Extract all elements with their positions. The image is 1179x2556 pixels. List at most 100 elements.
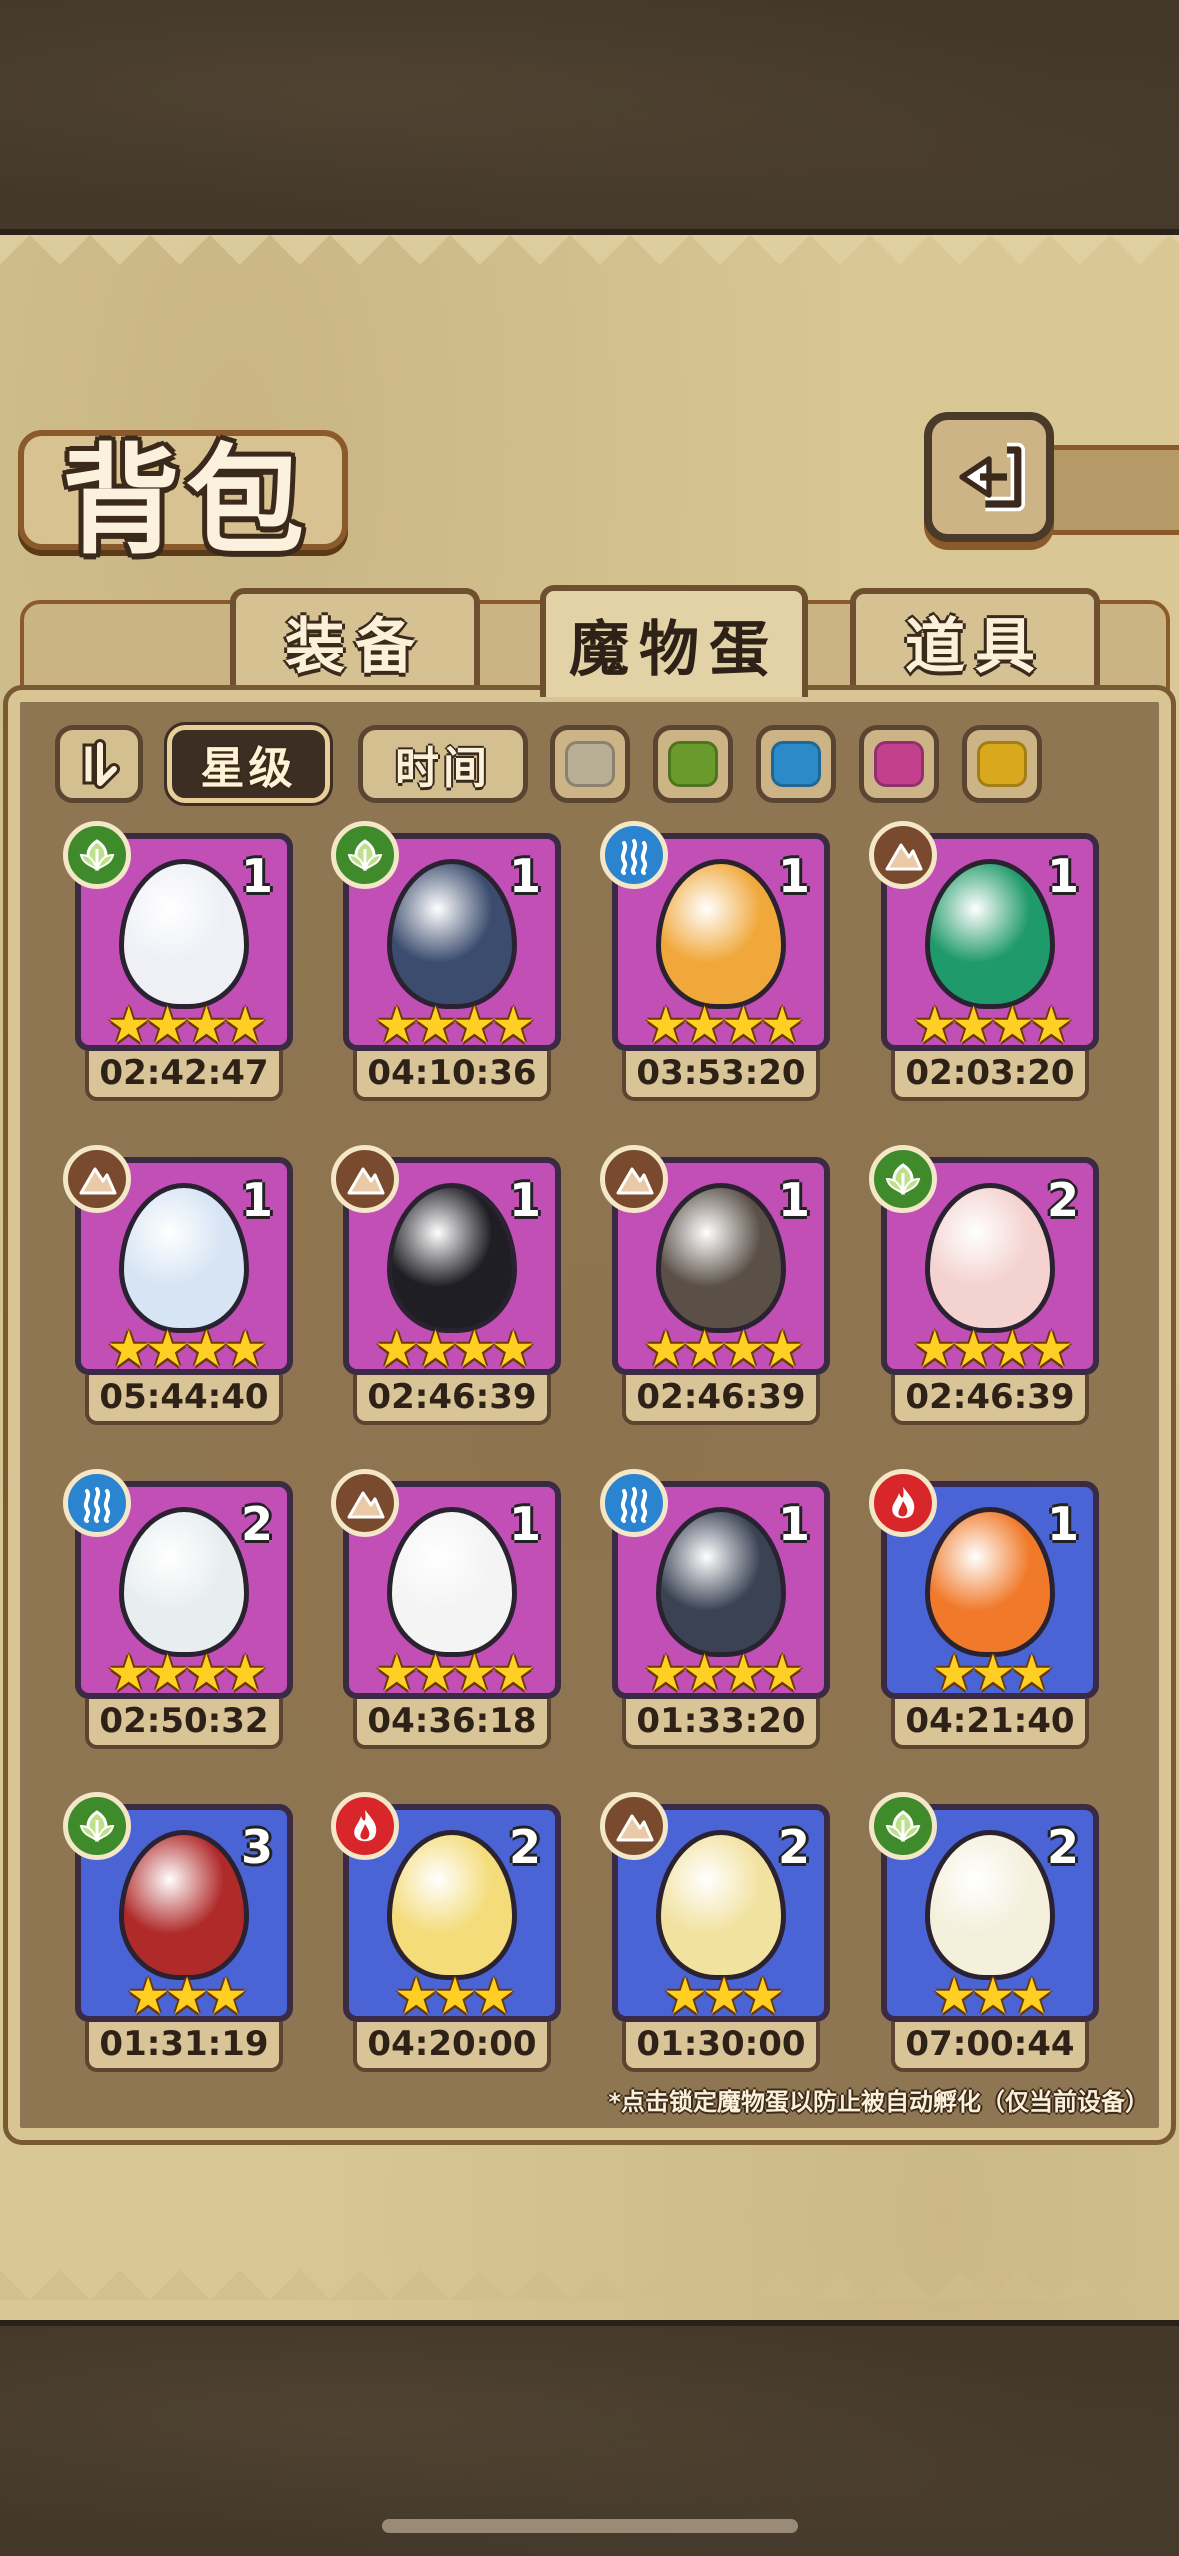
- page-title: 背包: [62, 431, 311, 570]
- egg-count: 1: [1046, 849, 1079, 903]
- sort-by-star-button[interactable]: 星级: [164, 722, 333, 806]
- filter-blue-button[interactable]: [756, 725, 836, 803]
- star-rating: ★★★★: [912, 996, 1073, 1051]
- mountain-icon: [63, 1145, 131, 1213]
- filter-gold-button[interactable]: [962, 725, 1042, 803]
- leaf-icon: [869, 1792, 937, 1860]
- star-rating: ★★★: [931, 1967, 1054, 2022]
- monster-egg-card[interactable]: 2 ★★★ 07:00:44: [869, 1792, 1099, 2074]
- hatch-timer: 04:10:36: [353, 1051, 551, 1101]
- hatch-timer: 04:36:18: [353, 1699, 551, 1749]
- hatch-timer: 02:46:39: [353, 1375, 551, 1425]
- egg-count: 2: [1046, 1173, 1079, 1227]
- hatch-timer: 02:03:20: [891, 1051, 1089, 1101]
- egg-count: 1: [508, 1173, 541, 1227]
- hatch-timer: 04:21:40: [891, 1699, 1089, 1749]
- filter-gray-button[interactable]: [550, 725, 630, 803]
- back-button[interactable]: [924, 412, 1054, 542]
- hatch-timer: 03:53:20: [622, 1051, 820, 1101]
- star-rating: ★★★★: [643, 996, 804, 1051]
- monster-egg-card[interactable]: 1 ★★★★ 02:42:47: [63, 821, 293, 1103]
- monster-egg-card[interactable]: 1 ★★★★ 03:53:20: [600, 821, 830, 1103]
- monster-egg-card[interactable]: 2 ★★★ 01:30:00: [600, 1792, 830, 2074]
- hatch-timer: 05:44:40: [85, 1375, 283, 1425]
- hatch-timer: 02:42:47: [85, 1051, 283, 1101]
- monster-egg-card[interactable]: 1 ★★★★ 04:36:18: [331, 1469, 561, 1751]
- parchment-torn-edge-top: [0, 235, 1179, 295]
- star-rating: ★★★★: [643, 1644, 804, 1699]
- tab-label: 道具: [905, 611, 1045, 682]
- star-rating: ★★★: [125, 1967, 248, 2022]
- home-indicator[interactable]: [382, 2519, 798, 2533]
- color-swatch: [771, 741, 821, 787]
- sort-by-time-button[interactable]: 时间: [358, 725, 528, 803]
- monster-egg-card[interactable]: 1 ★★★★ 02:46:39: [331, 1145, 561, 1427]
- leaf-icon: [331, 821, 399, 889]
- hatch-timer: 02:46:39: [622, 1375, 820, 1425]
- water-wave-icon: [600, 1469, 668, 1537]
- star-rating: ★★★★: [643, 1320, 804, 1375]
- tab-monster-eggs[interactable]: 魔物蛋: [540, 585, 808, 697]
- egg-count: 1: [1046, 1497, 1079, 1551]
- egg-count: 1: [777, 1497, 810, 1551]
- mountain-icon: [331, 1145, 399, 1213]
- mountain-icon: [331, 1469, 399, 1537]
- star-rating: ★★★★: [106, 1320, 267, 1375]
- monster-egg-card[interactable]: 1 ★★★★ 01:33:20: [600, 1469, 830, 1751]
- tab-equipment[interactable]: 装备: [230, 588, 480, 688]
- star-rating: ★★★★: [912, 1320, 1073, 1375]
- water-wave-icon: [600, 821, 668, 889]
- monster-egg-card[interactable]: 3 ★★★ 01:31:19: [63, 1792, 293, 2074]
- egg-count: 1: [508, 849, 541, 903]
- filter-green-button[interactable]: [653, 725, 733, 803]
- mountain-icon: [600, 1145, 668, 1213]
- star-rating: ★★★★: [374, 1320, 535, 1375]
- leaf-icon: [63, 1792, 131, 1860]
- egg-count: 2: [508, 1820, 541, 1874]
- monster-egg-card[interactable]: 2 ★★★★ 02:50:32: [63, 1469, 293, 1751]
- star-rating: ★★★★: [106, 996, 267, 1051]
- hatch-timer: 01:31:19: [85, 2022, 283, 2072]
- filter-purple-button[interactable]: [859, 725, 939, 803]
- sort-order-button[interactable]: [55, 725, 143, 803]
- water-wave-icon: [63, 1469, 131, 1537]
- hatch-timer: 02:46:39: [891, 1375, 1089, 1425]
- color-swatch: [668, 741, 718, 787]
- tab-label: 魔物蛋: [569, 614, 779, 685]
- monster-egg-card[interactable]: 1 ★★★★ 05:44:40: [63, 1145, 293, 1427]
- return-arrow-icon: [959, 442, 1025, 512]
- egg-count: 1: [240, 849, 273, 903]
- mountain-icon: [600, 1792, 668, 1860]
- hatch-timer: 04:20:00: [353, 2022, 551, 2072]
- tab-label: 装备: [285, 611, 425, 682]
- egg-count: 2: [777, 1820, 810, 1874]
- egg-count: 1: [240, 1173, 273, 1227]
- hatch-timer: 02:50:32: [85, 1699, 283, 1749]
- color-swatch: [977, 741, 1027, 787]
- flame-icon: [869, 1469, 937, 1537]
- monster-egg-card[interactable]: 1 ★★★★ 04:10:36: [331, 821, 561, 1103]
- lock-hint-footnote: *点击锁定魔物蛋以防止被自动孵化（仅当前设备）: [608, 2088, 1149, 2116]
- top-map-border: [0, 0, 1179, 235]
- star-rating: ★★★★: [374, 996, 535, 1051]
- color-swatch: [565, 741, 615, 787]
- star-rating: ★★★★: [374, 1644, 535, 1699]
- flame-icon: [331, 1792, 399, 1860]
- egg-count: 1: [777, 1173, 810, 1227]
- sort-toggle-icon: [82, 739, 120, 789]
- egg-count: 3: [240, 1820, 273, 1874]
- hatch-timer: 01:33:20: [622, 1699, 820, 1749]
- monster-egg-card[interactable]: 2 ★★★ 04:20:00: [331, 1792, 561, 2074]
- monster-egg-card[interactable]: 1 ★★★ 04:21:40: [869, 1469, 1099, 1751]
- monster-egg-card[interactable]: 1 ★★★★ 02:46:39: [600, 1145, 830, 1427]
- monster-egg-card[interactable]: 2 ★★★★ 02:46:39: [869, 1145, 1099, 1427]
- egg-count: 2: [1046, 1820, 1079, 1874]
- hatch-timer: 07:00:44: [891, 2022, 1089, 2072]
- monster-egg-card[interactable]: 1 ★★★★ 02:03:20: [869, 821, 1099, 1103]
- parchment-torn-edge-bottom: [0, 2240, 1179, 2300]
- star-rating: ★★★★: [106, 1644, 267, 1699]
- egg-count: 1: [777, 849, 810, 903]
- color-swatch: [874, 741, 924, 787]
- tab-items[interactable]: 道具: [850, 588, 1100, 688]
- star-rating: ★★★: [931, 1644, 1054, 1699]
